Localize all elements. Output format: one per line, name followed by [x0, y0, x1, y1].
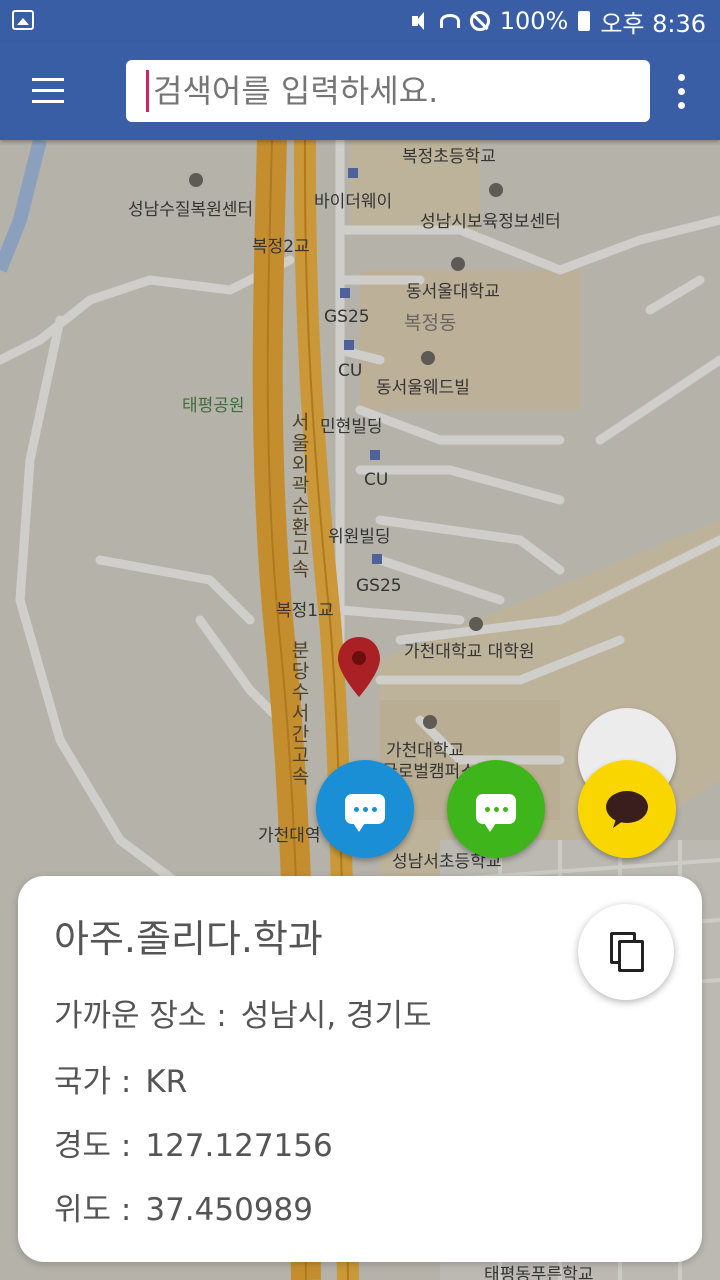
latitude-row: 위도 : 37.450989	[54, 1184, 313, 1229]
sms-share-button[interactable]	[316, 760, 414, 858]
wifi-icon	[439, 14, 460, 28]
country-label: 국가 :	[54, 1064, 132, 1100]
line-share-button[interactable]	[447, 760, 545, 858]
status-right: 100% 오후 8:36	[410, 6, 706, 38]
app-bar	[0, 42, 720, 140]
chat-bubble-icon	[345, 794, 385, 832]
copy-button[interactable]	[578, 904, 674, 1000]
near-place-row: 가까운 장소 : 성남시, 경기도	[54, 990, 432, 1035]
longitude-value: 127.127156	[145, 1128, 333, 1164]
more-vert-icon[interactable]	[670, 72, 694, 112]
country-row: 국가 : KR	[54, 1056, 187, 1101]
battery-percent: 100%	[499, 7, 569, 35]
longitude-row: 경도 : 127.127156	[54, 1120, 333, 1165]
copy-icon-front	[618, 940, 644, 972]
mute-icon	[410, 11, 430, 31]
battery-icon	[578, 11, 591, 31]
chat-bubble-icon	[476, 794, 516, 832]
status-bar: 100% 오후 8:36	[0, 0, 720, 42]
gallery-icon	[12, 10, 34, 30]
hamburger-menu-icon[interactable]	[28, 72, 68, 112]
place-title: 아주.졸리다.학과	[54, 917, 323, 961]
location-info-card: 아주.졸리다.학과 가까운 장소 : 성남시, 경기도 국가 : KR 경도 : 12…	[18, 876, 702, 1262]
latitude-label: 위도 :	[54, 1192, 132, 1228]
near-place-label: 가까운 장소 :	[54, 998, 227, 1034]
country-value: KR	[145, 1064, 188, 1100]
latitude-value: 37.450989	[145, 1192, 313, 1228]
search-input[interactable]	[151, 71, 625, 111]
kakaotalk-share-button[interactable]	[578, 760, 676, 858]
kakaotalk-bubble-icon	[606, 791, 648, 828]
search-box[interactable]	[126, 60, 650, 122]
near-place-value: 성남시, 경기도	[240, 998, 432, 1034]
clock: 오후 8:36	[600, 9, 706, 38]
no-disturb-icon	[469, 11, 490, 31]
text-cursor	[146, 70, 149, 112]
longitude-label: 경도 :	[54, 1128, 132, 1164]
